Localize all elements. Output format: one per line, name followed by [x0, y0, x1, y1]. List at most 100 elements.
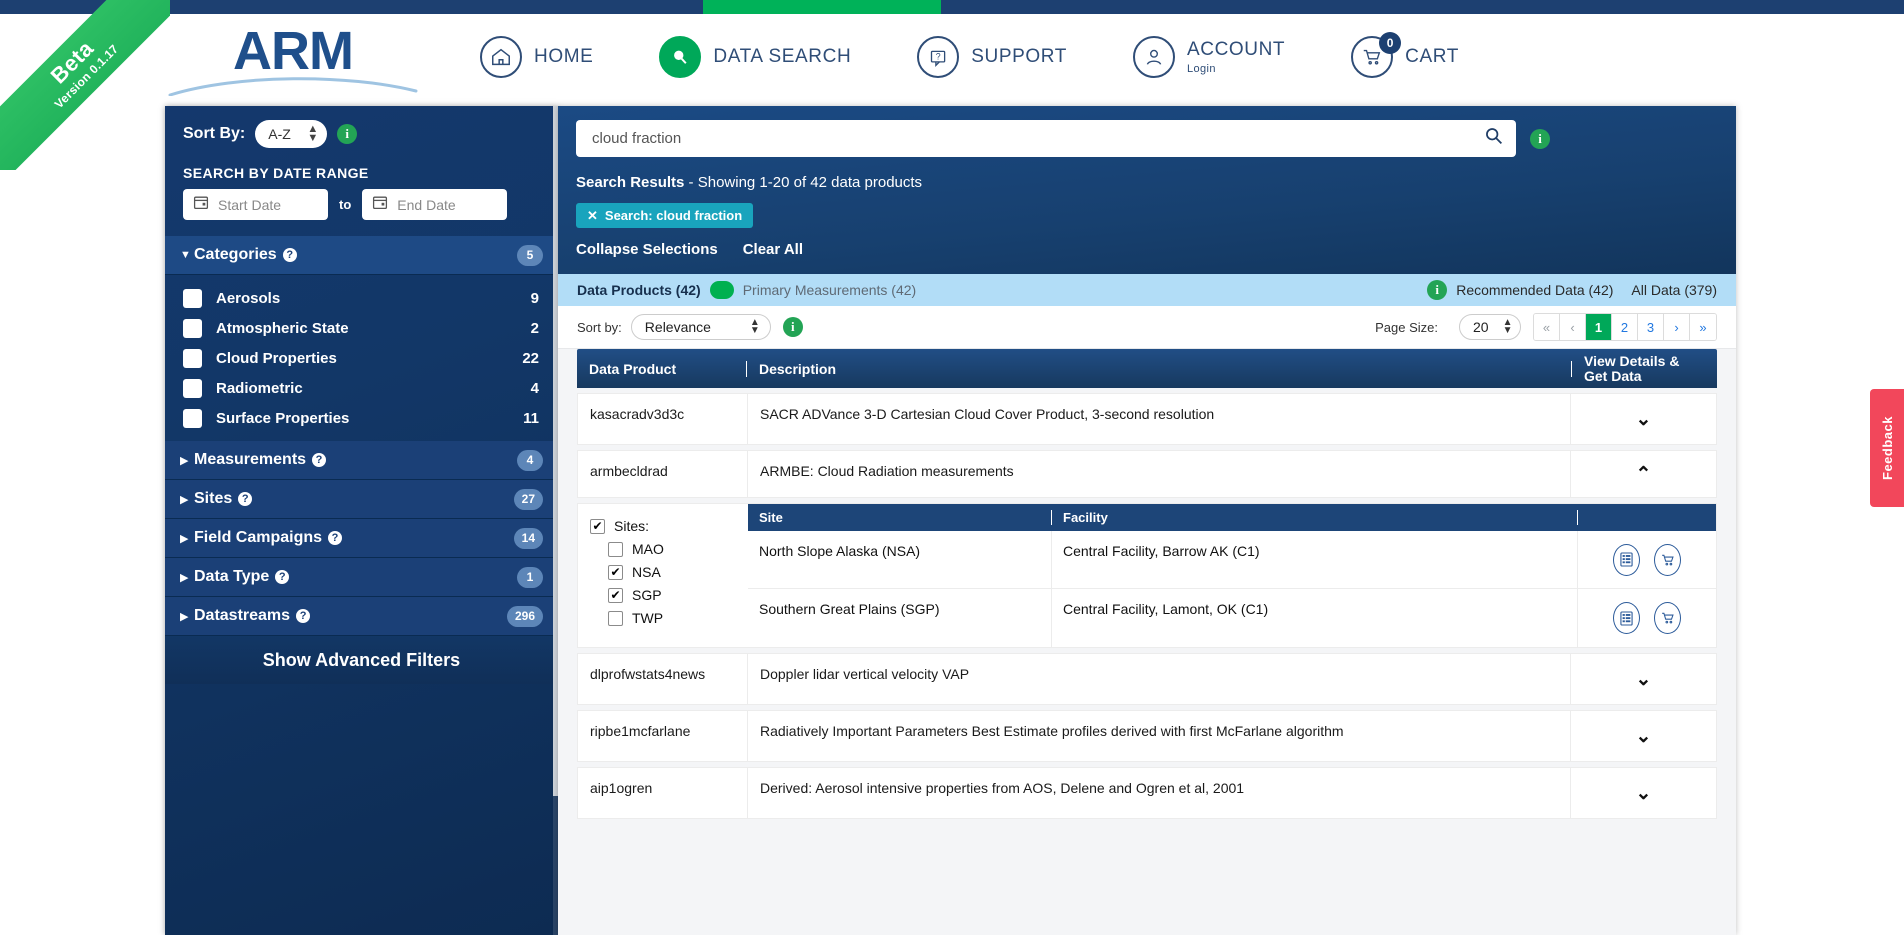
site-options-list: MAO ✔ NSA ✔ SGP TWP [608, 541, 736, 626]
facet-header-data-type[interactable]: ▶ Data Type? 1 [165, 558, 558, 597]
table-row[interactable]: kasacradv3d3c SACR ADVance 3-D Cartesian… [577, 393, 1717, 445]
search-input[interactable] [592, 130, 1483, 147]
chevron-down-icon: ▼ [180, 249, 191, 261]
row-expand-toggle[interactable]: ⌄ [1571, 654, 1716, 704]
facet-header-sites[interactable]: ▶ Sites? 27 [165, 480, 558, 519]
clear-all-link[interactable]: Clear All [743, 241, 803, 258]
table-row[interactable]: dlprofwstats4news Doppler lidar vertical… [577, 653, 1717, 705]
help-icon[interactable]: ? [238, 492, 253, 506]
close-icon[interactable]: ✕ [587, 208, 598, 224]
sub-row-actions [1578, 589, 1716, 647]
category-item[interactable]: Atmospheric State 2 [165, 313, 558, 343]
checkbox-icon[interactable] [608, 541, 623, 557]
page-button-2[interactable]: 2 [1612, 314, 1638, 340]
row-expand-toggle[interactable]: ⌄ [1571, 394, 1716, 444]
table-row[interactable]: ripbe1mcfarlane Radiatively Important Pa… [577, 710, 1717, 762]
column-header-data-product: Data Product [577, 360, 747, 377]
page-first-button[interactable]: « [1534, 314, 1560, 340]
start-date-input[interactable]: Start Date [183, 189, 328, 220]
checkbox-icon[interactable]: ✔ [590, 518, 605, 534]
page-next-button[interactable]: › [1664, 314, 1690, 340]
arm-logo[interactable]: ARM [168, 22, 418, 102]
nav-item-support[interactable]: ? SUPPORT [917, 36, 1067, 78]
toggle-data-products[interactable]: Data Products (42) Primary Measurements … [577, 281, 916, 299]
checkbox-icon[interactable]: ✔ [608, 587, 623, 603]
data-details-icon[interactable] [1613, 602, 1640, 634]
active-search-chip[interactable]: ✕ Search: cloud fraction [576, 203, 754, 228]
help-icon[interactable]: ? [296, 609, 311, 623]
arm-logo-text: ARM [233, 21, 354, 81]
sites-group-label: Sites: [614, 518, 650, 534]
facet-header-datastreams[interactable]: ▶ Datastreams? 296 [165, 597, 558, 636]
table-row[interactable]: aip1ogren Derived: Aerosol intensive pro… [577, 767, 1717, 819]
expanded-sites-filter: ✔ Sites: MAO ✔ NSA ✔ SGP TWP [578, 504, 748, 647]
checkbox-icon[interactable] [183, 348, 202, 368]
checkbox-icon[interactable] [183, 408, 202, 428]
nav-item-data-search[interactable]: DATA SEARCH [659, 36, 851, 78]
recommended-info-icon[interactable]: i [1427, 280, 1448, 300]
column-header-description: Description [747, 360, 1572, 377]
category-count: 11 [523, 409, 539, 427]
checkbox-icon[interactable] [608, 610, 623, 626]
page-prev-button[interactable]: ‹ [1560, 314, 1586, 340]
help-icon[interactable]: ? [282, 248, 297, 262]
row-collapse-toggle[interactable]: ⌃ [1571, 451, 1716, 497]
site-option-nsa[interactable]: ✔ NSA [608, 564, 736, 580]
checkbox-icon[interactable] [183, 318, 202, 338]
search-icon[interactable] [1483, 125, 1504, 152]
checkbox-icon[interactable] [183, 288, 202, 308]
site-option-twp[interactable]: TWP [608, 610, 736, 626]
add-to-cart-icon[interactable] [1654, 602, 1681, 634]
facet-header-field-campaigns[interactable]: ▶ Field Campaigns? 14 [165, 519, 558, 558]
site-option-mao[interactable]: MAO [608, 541, 736, 557]
category-item[interactable]: Radiometric 4 [165, 373, 558, 403]
date-range-title: SEARCH BY DATE RANGE [183, 165, 369, 181]
sidebar-top-controls: Sort By: A-Z ▲▼ i SEARCH BY DATE RANGE [165, 106, 558, 220]
category-item[interactable]: Cloud Properties 22 [165, 343, 558, 373]
sidebar-sort-select[interactable]: A-Z ▲ ▼ [255, 120, 328, 148]
sidebar-sort-info-icon[interactable]: i [337, 124, 358, 144]
collapse-selections-link[interactable]: Collapse Selections [576, 241, 718, 258]
search-info-icon[interactable]: i [1530, 128, 1550, 149]
category-label: Surface Properties [216, 409, 350, 427]
toggle-label-all-data: All Data (379) [1631, 282, 1717, 298]
date-range-row: Start Date to End Date [183, 189, 540, 220]
nav-sub-login[interactable]: Login [1187, 63, 1285, 75]
data-details-icon[interactable] [1613, 543, 1640, 576]
category-item[interactable]: Surface Properties 11 [165, 403, 558, 433]
calendar-icon [372, 194, 388, 215]
end-date-input[interactable]: End Date [362, 189, 508, 220]
feedback-tab[interactable]: Feedback [1870, 389, 1904, 507]
sites-group-row[interactable]: ✔ Sites: [590, 518, 736, 534]
show-advanced-filters-button[interactable]: Show Advanced Filters [165, 636, 558, 684]
row-expand-toggle[interactable]: ⌄ [1571, 768, 1716, 818]
page-last-button[interactable]: » [1690, 314, 1716, 340]
facet-header-measurements[interactable]: ▶ Measurements? 4 [165, 441, 558, 480]
row-expand-toggle[interactable]: ⌄ [1571, 711, 1716, 761]
page-button-1[interactable]: 1 [1586, 314, 1612, 340]
site-option-sgp[interactable]: ✔ SGP [608, 587, 736, 603]
column-header-view-details: View Details & Get Data [1584, 352, 1680, 384]
chevron-right-icon: ▶ [180, 610, 189, 623]
table-row[interactable]: armbecldrad ARMBE: Cloud Radiation measu… [577, 450, 1717, 498]
sort-info-icon[interactable]: i [782, 317, 803, 337]
toggle-switch-icon[interactable] [709, 281, 734, 299]
help-icon[interactable]: ? [328, 531, 343, 545]
search-input-wrap[interactable] [576, 120, 1516, 157]
facet-header-categories[interactable]: ▼ Categories? 5 [165, 236, 558, 275]
nav-item-cart[interactable]: 0 CART [1351, 32, 1459, 78]
page-size-select[interactable]: 20 ▲ ▼ [1459, 314, 1521, 340]
nav-item-home[interactable]: HOME [480, 36, 593, 78]
checkbox-icon[interactable] [183, 378, 202, 398]
nav-item-account[interactable]: ACCOUNT Login [1132, 36, 1285, 78]
help-icon[interactable]: ? [275, 570, 290, 584]
help-icon[interactable]: ? [312, 453, 327, 467]
page-button-3[interactable]: 3 [1638, 314, 1664, 340]
add-to-cart-icon[interactable] [1654, 543, 1681, 576]
sub-column-header-facility: Facility [1052, 510, 1578, 525]
sort-by-label: Sort by: [577, 319, 622, 335]
facet-count-datastreams: 296 [506, 605, 543, 627]
sort-by-select[interactable]: Relevance ▲ ▼ [630, 314, 771, 340]
checkbox-icon[interactable]: ✔ [608, 564, 623, 580]
category-item[interactable]: Aerosols 9 [165, 283, 558, 313]
